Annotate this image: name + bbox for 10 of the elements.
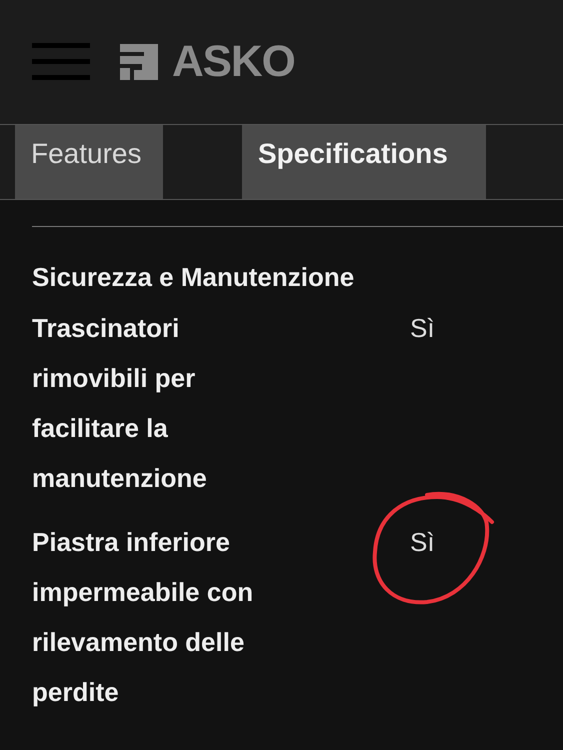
tab[interactable]: Features xyxy=(15,125,163,199)
spec-label: Trascinatori rimovibili per facilitare la manutenzione xyxy=(32,312,208,495)
spec-label: Piastra inferiore impermeabile con rilevamento delle perdite xyxy=(32,526,254,709)
menu-icon[interactable] xyxy=(32,43,90,81)
spec-value: Sì xyxy=(410,312,435,345)
tab[interactable]: Specifications xyxy=(242,125,486,199)
logo-text[interactable]: ASKO xyxy=(172,40,295,84)
section-title: Sicurezza e Manutenzione xyxy=(32,261,356,293)
spec-value: Sì xyxy=(410,526,435,559)
logo-icon xyxy=(120,44,158,80)
